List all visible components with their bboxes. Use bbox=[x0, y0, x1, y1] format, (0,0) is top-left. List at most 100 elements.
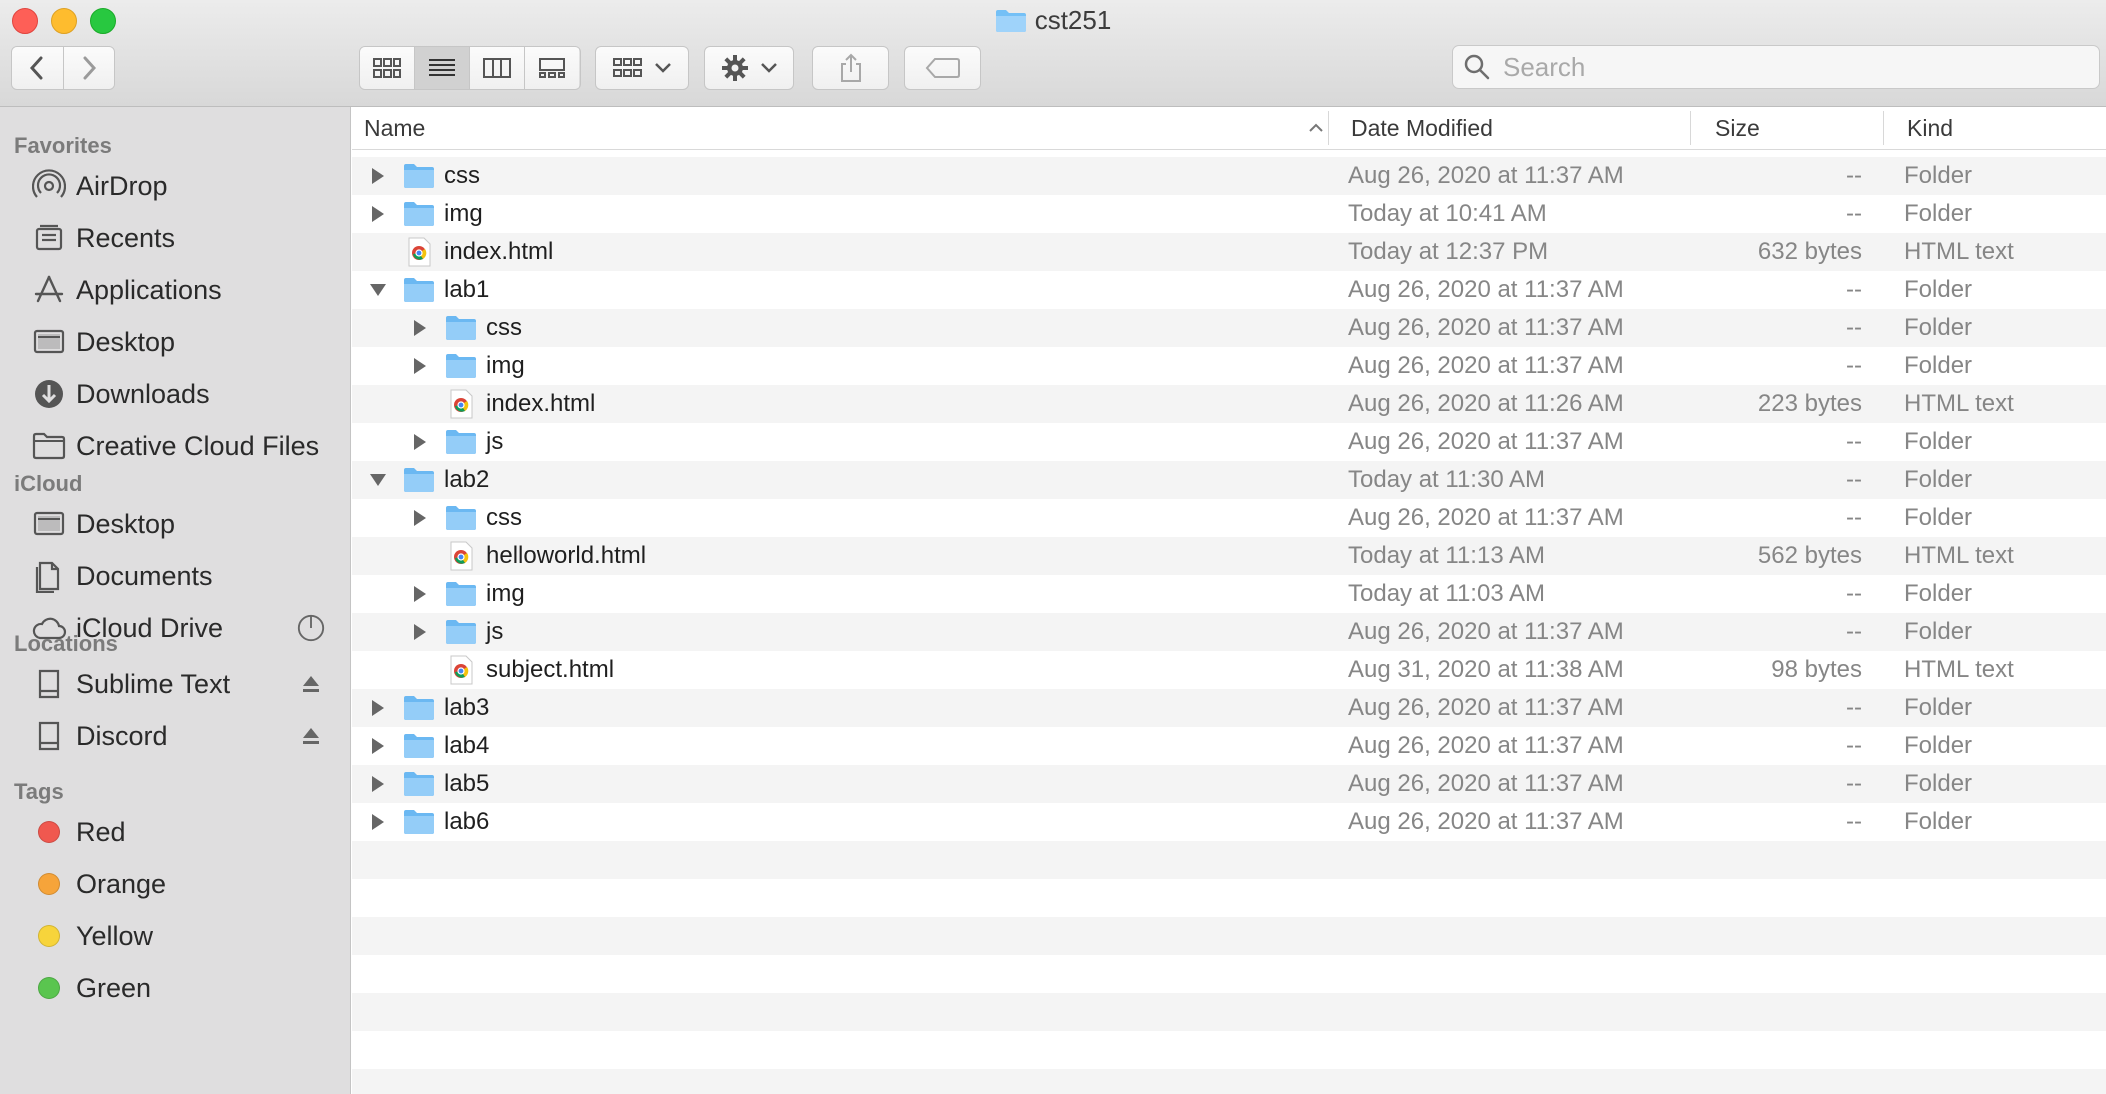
file-kind: Folder bbox=[1904, 732, 1973, 759]
icon-view-button[interactable] bbox=[360, 47, 415, 89]
file-row[interactable]: lab5 Aug 26, 2020 at 11:37 AM -- Folder bbox=[352, 765, 2106, 803]
file-row[interactable]: lab2 Today at 11:30 AM -- Folder bbox=[352, 461, 2106, 499]
list-view-button[interactable] bbox=[415, 47, 470, 89]
eject-icon[interactable] bbox=[296, 721, 326, 751]
sync-progress-icon bbox=[296, 613, 326, 643]
sidebar-item-creative-cloud-files[interactable]: Creative Cloud Files bbox=[0, 423, 350, 469]
disclosure-collapsed-icon[interactable] bbox=[408, 575, 432, 613]
column-header-date[interactable]: Date Modified bbox=[1351, 107, 1493, 149]
column-header-kind[interactable]: Kind bbox=[1907, 107, 1953, 149]
sidebar-item-red[interactable]: Red bbox=[0, 809, 350, 855]
file-row[interactable]: helloworld.html Today at 11:13 AM 562 byte… bbox=[352, 537, 2106, 575]
gallery-view-button[interactable] bbox=[525, 47, 579, 89]
column-header-name[interactable]: Name bbox=[364, 107, 1324, 149]
tag-color-swatch bbox=[38, 873, 60, 895]
view-mode-control bbox=[359, 46, 581, 90]
disclosure-expanded-icon[interactable] bbox=[366, 271, 390, 309]
chevron-down-icon bbox=[761, 63, 777, 73]
file-size: -- bbox=[1846, 466, 1862, 493]
column-divider bbox=[1328, 111, 1329, 145]
file-row[interactable]: img Today at 10:41 AM -- Folder bbox=[352, 195, 2106, 233]
file-row[interactable]: img Today at 11:03 AM -- Folder bbox=[352, 575, 2106, 613]
sidebar-section-title: iCloud bbox=[14, 471, 83, 496]
disclosure-collapsed-icon[interactable] bbox=[366, 689, 390, 727]
file-row[interactable]: css Aug 26, 2020 at 11:37 AM -- Folder bbox=[352, 309, 2106, 347]
file-row[interactable]: lab1 Aug 26, 2020 at 11:37 AM -- Folder bbox=[352, 271, 2106, 309]
sidebar-item-yellow[interactable]: Yellow bbox=[0, 913, 350, 959]
chevron-down-icon bbox=[655, 63, 671, 73]
forward-button[interactable] bbox=[63, 47, 114, 89]
sidebar-item-sublime-text[interactable]: Sublime Text bbox=[0, 661, 350, 707]
sidebar-item-applications[interactable]: Applications bbox=[0, 267, 350, 313]
disclosure-collapsed-icon[interactable] bbox=[408, 499, 432, 537]
sidebar-item-label: Discord bbox=[76, 720, 168, 751]
group-by-button[interactable] bbox=[595, 46, 689, 90]
disclosure-collapsed-icon[interactable] bbox=[366, 157, 390, 195]
sidebar-item-desktop[interactable]: Desktop bbox=[0, 501, 350, 547]
list-view-icon bbox=[429, 59, 455, 76]
file-row[interactable]: subject.html Aug 31, 2020 at 11:38 AM 98 b… bbox=[352, 651, 2106, 689]
column-header-size[interactable]: Size bbox=[1715, 107, 1760, 149]
file-kind: HTML text bbox=[1904, 542, 2014, 569]
html-file-icon bbox=[445, 388, 477, 420]
window-title-text: cst251 bbox=[1034, 5, 1112, 35]
file-row[interactable]: lab3 Aug 26, 2020 at 11:37 AM -- Folder bbox=[352, 689, 2106, 727]
share-button[interactable] bbox=[812, 46, 889, 90]
disclosure-collapsed-icon[interactable] bbox=[408, 347, 432, 385]
disclosure-collapsed-icon[interactable] bbox=[366, 803, 390, 841]
file-row[interactable]: css Aug 26, 2020 at 11:37 AM -- Folder bbox=[352, 157, 2106, 195]
sidebar-item-documents[interactable]: Documents bbox=[0, 553, 350, 599]
file-name: subject.html bbox=[486, 656, 615, 683]
back-button[interactable] bbox=[12, 47, 64, 89]
tag-color-swatch bbox=[38, 821, 60, 843]
disclosure-collapsed-icon[interactable] bbox=[366, 727, 390, 765]
sidebar-section-title: Locations bbox=[14, 631, 118, 656]
column-divider bbox=[1690, 111, 1691, 145]
file-size: -- bbox=[1846, 200, 1862, 227]
tag-dot-icon bbox=[30, 917, 68, 955]
sidebar-item-desktop[interactable]: Desktop bbox=[0, 319, 350, 365]
file-row[interactable]: lab6 Aug 26, 2020 at 11:37 AM -- Folder bbox=[352, 803, 2106, 841]
file-name: css bbox=[486, 504, 522, 531]
sidebar-item-recents[interactable]: Recents bbox=[0, 215, 350, 261]
sidebar-item-label: Applications bbox=[76, 274, 222, 305]
file-date-modified: Today at 11:30 AM bbox=[1348, 466, 1546, 493]
disclosure-expanded-icon[interactable] bbox=[366, 461, 390, 499]
sidebar-item-downloads[interactable]: Downloads bbox=[0, 371, 350, 417]
empty-row bbox=[352, 955, 2106, 993]
file-row[interactable]: lab4 Aug 26, 2020 at 11:37 AM -- Folder bbox=[352, 727, 2106, 765]
disclosure-collapsed-icon[interactable] bbox=[366, 195, 390, 233]
sidebar-item-orange[interactable]: Orange bbox=[0, 861, 350, 907]
sidebar-item-label: Red bbox=[76, 816, 126, 847]
tag-button[interactable] bbox=[904, 46, 981, 90]
action-button[interactable] bbox=[704, 46, 794, 90]
file-size: 98 bytes bbox=[1771, 656, 1862, 683]
eject-icon[interactable] bbox=[296, 669, 326, 699]
tag-dot-icon bbox=[30, 865, 68, 903]
tag-dot-icon bbox=[30, 813, 68, 851]
file-date-modified: Aug 26, 2020 at 11:37 AM bbox=[1348, 276, 1624, 303]
file-row[interactable]: css Aug 26, 2020 at 11:37 AM -- Folder bbox=[352, 499, 2106, 537]
file-row[interactable]: index.html Today at 12:37 PM 632 bytes HTML… bbox=[352, 233, 2106, 271]
file-row[interactable]: js Aug 26, 2020 at 11:37 AM -- Folder bbox=[352, 423, 2106, 461]
disclosure-collapsed-icon[interactable] bbox=[408, 613, 432, 651]
search-field[interactable] bbox=[1452, 45, 2100, 89]
disclosure-collapsed-icon[interactable] bbox=[366, 765, 390, 803]
share-icon bbox=[840, 53, 861, 82]
disclosure-collapsed-icon[interactable] bbox=[408, 309, 432, 347]
file-kind: Folder bbox=[1904, 694, 1973, 721]
search-input[interactable] bbox=[1501, 50, 2065, 84]
file-row[interactable]: img Aug 26, 2020 at 11:37 AM -- Folder bbox=[352, 347, 2106, 385]
disclosure-collapsed-icon[interactable] bbox=[408, 423, 432, 461]
documents-icon bbox=[30, 557, 68, 595]
tag-dot-icon bbox=[30, 969, 68, 1007]
sidebar-item-airdrop[interactable]: AirDrop bbox=[0, 163, 350, 209]
file-date-modified: Aug 26, 2020 at 11:37 AM bbox=[1348, 428, 1624, 455]
sidebar-item-label: Documents bbox=[76, 560, 213, 591]
desktop-icon bbox=[30, 505, 68, 543]
column-view-button[interactable] bbox=[470, 47, 525, 89]
file-row[interactable]: js Aug 26, 2020 at 11:37 AM -- Folder bbox=[352, 613, 2106, 651]
sidebar-item-discord[interactable]: Discord bbox=[0, 713, 350, 759]
file-row[interactable]: index.html Aug 26, 2020 at 11:26 AM 223 by… bbox=[352, 385, 2106, 423]
sidebar-item-green[interactable]: Green bbox=[0, 965, 350, 1011]
